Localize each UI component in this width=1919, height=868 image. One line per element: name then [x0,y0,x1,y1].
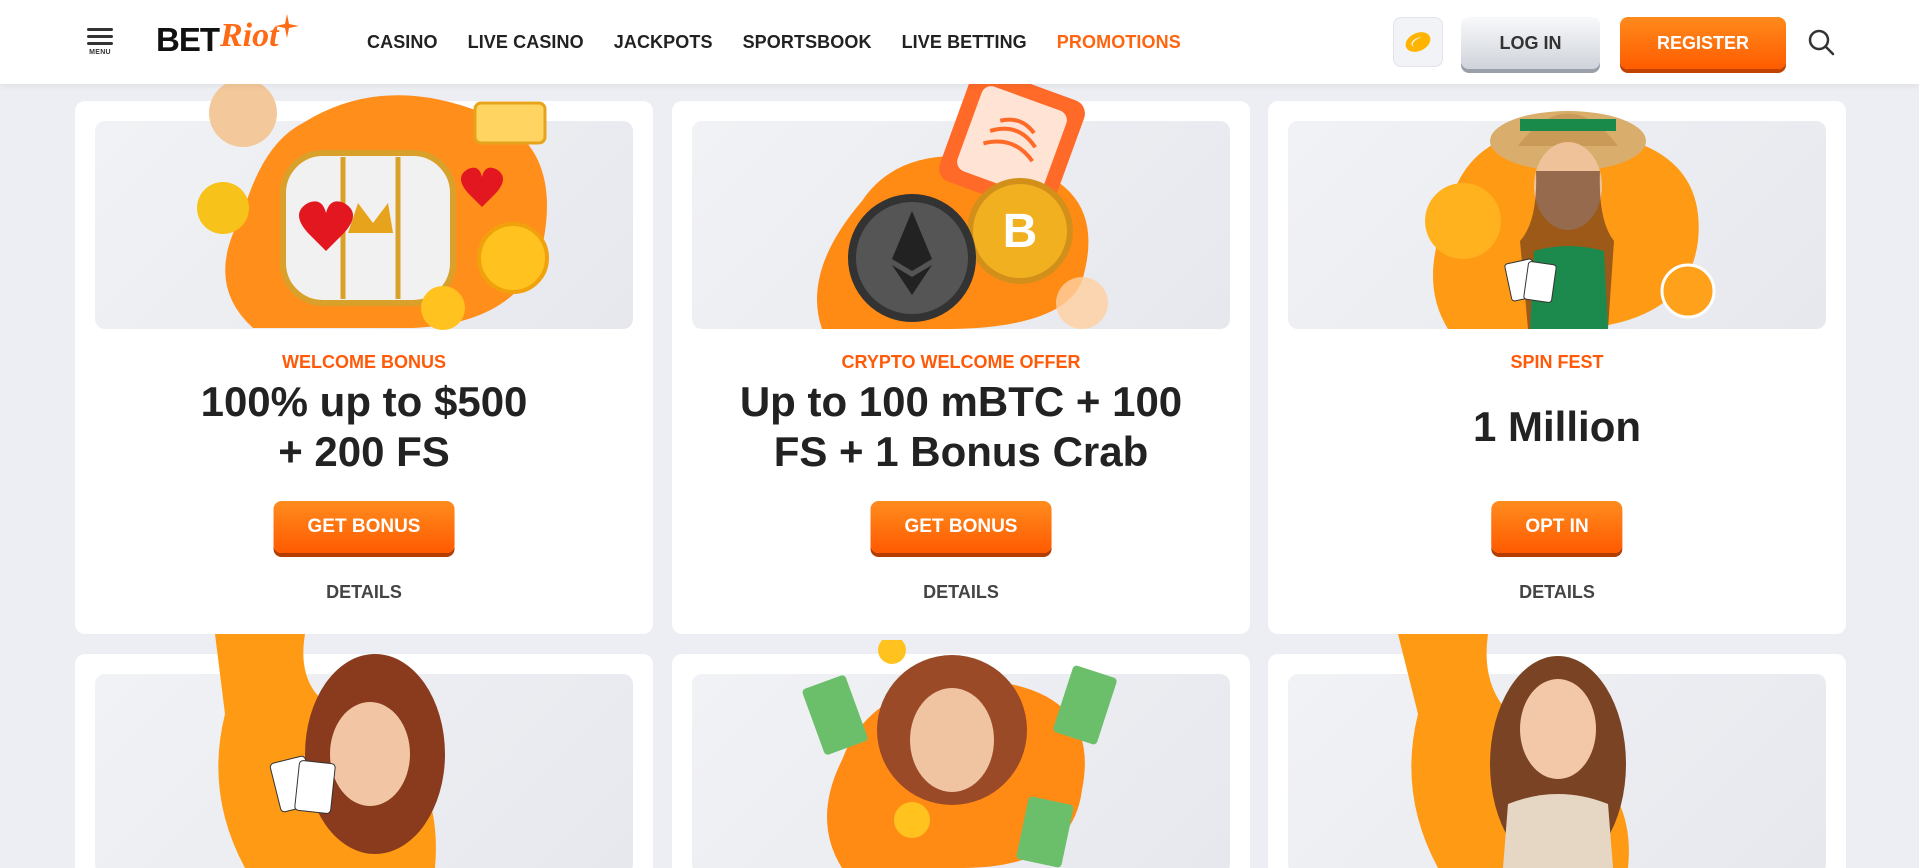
nav-sportsbook[interactable]: SPORTSBOOK [743,32,872,53]
promo-card-row2-2 [672,640,1250,868]
hamburger-icon-bar [87,42,113,45]
promo-card-row2-3 [1268,634,1846,868]
logo-sparkle-icon [274,14,299,38]
promo-eyebrow: SPIN FEST [1510,352,1604,372]
promo-headline-line2: FS + 1 Bonus Crab [773,428,1149,475]
promo-card-crypto-welcome: B CRYPTO WELCOME OFFER Up to 100 mBTC + … [672,81,1250,634]
svg-text:B: B [1003,205,1038,258]
promo-headline: 1 Million [1473,403,1641,450]
nav-live-casino[interactable]: LIVE CASINO [468,32,584,53]
promo-card-welcome-bonus: WELCOME BONUS 100% up to $500 + 200 FS G… [75,83,653,634]
get-bonus-button[interactable]: GET BONUS [273,501,455,553]
search-button[interactable] [1806,27,1836,57]
promo-eyebrow: CRYPTO WELCOME OFFER [841,352,1081,372]
nav-promotions[interactable]: PROMOTIONS [1057,32,1181,53]
nav-jackpots[interactable]: JACKPOTS [614,32,713,53]
logo-riot: Riot [220,17,279,54]
details-link[interactable]: DETAILS [75,582,653,603]
promo-card-spin-fest: SPIN FEST 1 Million OPT IN DETAILS [1268,101,1846,634]
logo-bet: BET [156,21,220,58]
search-icon [1808,29,1835,56]
promo-headline: Up to 100 mBTC + 100 [739,378,1183,425]
slot-machine-illustration [197,83,549,330]
get-bonus-button[interactable]: GET BONUS [870,501,1052,553]
woman-with-cards-illustration [1425,111,1716,329]
main-nav: CASINO LIVE CASINO JACKPOTS SPORTSBOOK L… [367,0,1211,84]
promo-eyebrow: WELCOME BONUS [282,352,446,372]
hamburger-icon-bar [87,35,113,38]
menu-label: MENU [89,49,111,56]
register-button[interactable]: REGISTER [1620,17,1786,69]
login-button[interactable]: LOG IN [1461,17,1600,69]
promo-headline-line2: + 200 FS [278,428,450,475]
coin-button[interactable] [1393,17,1443,67]
details-link[interactable]: DETAILS [1268,582,1846,603]
menu-button[interactable]: MENU [84,28,116,58]
opt-in-button[interactable]: OPT IN [1491,501,1623,553]
coin-icon [1405,32,1431,52]
nav-live-betting[interactable]: LIVE BETTING [902,32,1027,53]
details-link[interactable]: DETAILS [672,582,1250,603]
promo-headline: 100% up to $500 [200,378,528,425]
crypto-coins-illustration: B [817,81,1108,329]
smiling-woman-illustration [1398,634,1629,868]
betriot-logo[interactable]: BET Riot [156,14,303,64]
hamburger-icon [87,28,113,31]
site-header: MENU BET Riot CASINO LIVE CASINO JACKPOT… [0,0,1919,84]
money-woman-illustration [802,640,1117,868]
nav-casino[interactable]: CASINO [367,32,438,53]
winking-woman-illustration [215,634,445,868]
promo-card-row2-1 [75,634,653,868]
